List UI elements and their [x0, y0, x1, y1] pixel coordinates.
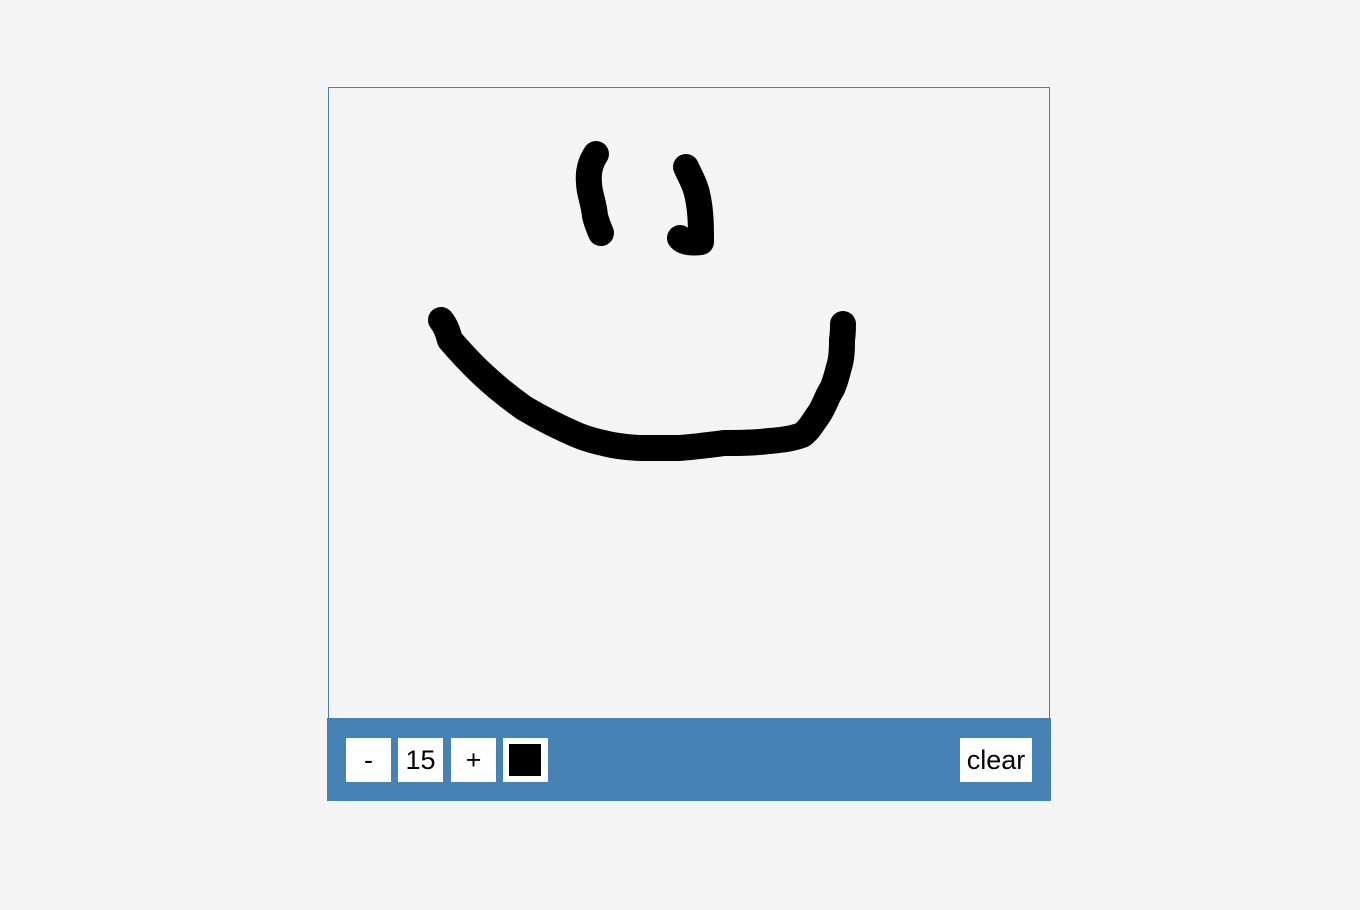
smile-stroke: [428, 307, 856, 461]
clear-button[interactable]: clear: [960, 738, 1032, 782]
drawing-surface: [428, 141, 856, 461]
drawing-canvas[interactable]: [328, 87, 1050, 718]
increase-brush-size-button[interactable]: +: [451, 738, 496, 782]
right-eye-stroke: [667, 154, 714, 256]
left-eye-stroke: [575, 141, 614, 246]
decrease-brush-size-button[interactable]: -: [346, 738, 391, 782]
color-swatch: [509, 744, 541, 776]
brush-size-display: 15: [398, 738, 443, 782]
color-picker-button[interactable]: [503, 738, 548, 782]
toolbar: - 15 + clear: [327, 718, 1051, 801]
drawing-app: - 15 + clear: [327, 87, 1051, 801]
